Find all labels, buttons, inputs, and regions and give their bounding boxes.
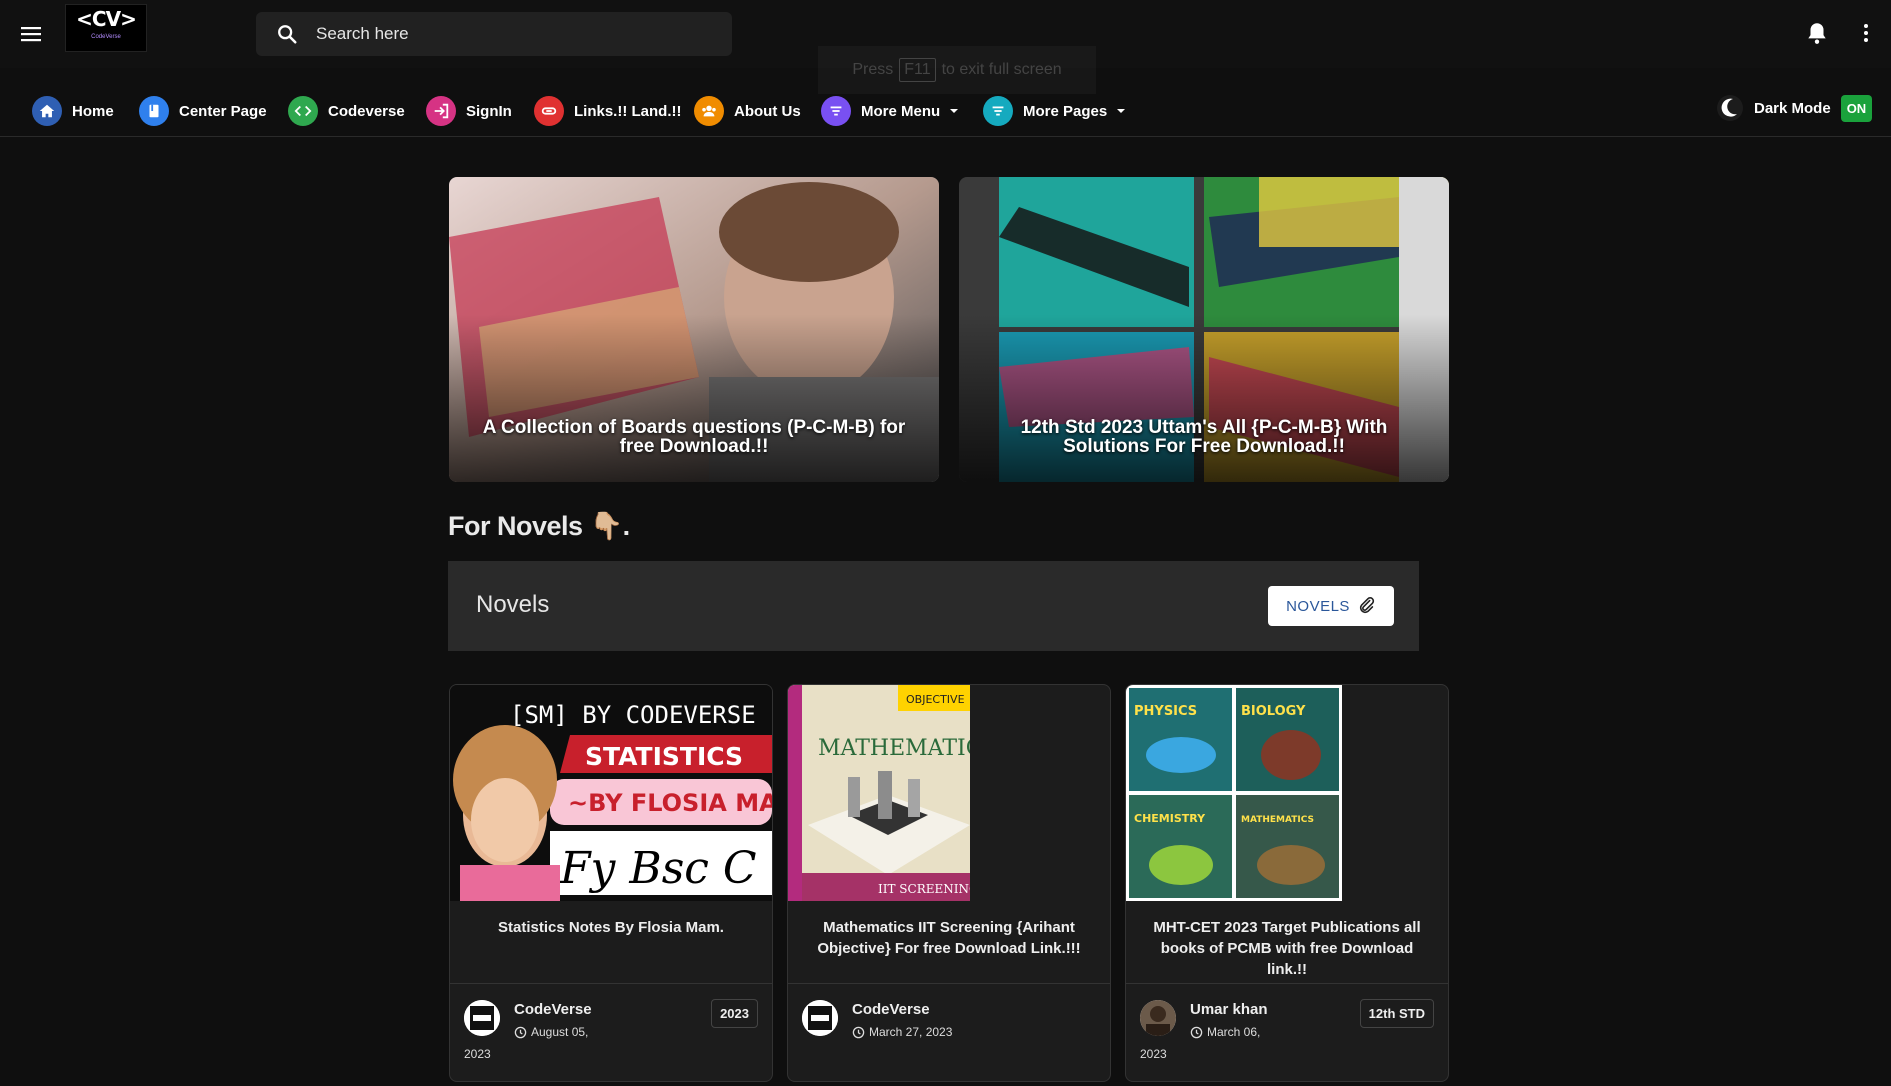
post-date-text: March 27, 2023 bbox=[869, 1025, 953, 1039]
dark-mode-toggle[interactable]: ON bbox=[1840, 94, 1873, 122]
chevron-down-icon bbox=[1117, 109, 1126, 113]
nav-item-links-land[interactable]: Links.!! Land.!! bbox=[534, 94, 682, 128]
card-divider bbox=[1126, 983, 1448, 984]
thumb-book-1: PHYSICS bbox=[1134, 704, 1197, 719]
thumb-text-line1: [SM] BY CODEVERSE bbox=[510, 701, 756, 729]
nav-item-signin[interactable]: SignIn bbox=[426, 94, 512, 128]
post-date-year: 2023 bbox=[1140, 1047, 1167, 1061]
featured-post-2[interactable]: 12th Std 2023 Uttam's All {P-C-M-B} With… bbox=[959, 177, 1449, 482]
nav-label-signin: SignIn bbox=[466, 102, 512, 120]
nav-label-center-page: Center Page bbox=[179, 102, 267, 120]
clock-icon bbox=[514, 1026, 527, 1038]
post-date: August 05, bbox=[514, 1025, 588, 1039]
book-icon bbox=[139, 96, 169, 126]
thumb-book-2: BIOLOGY bbox=[1241, 704, 1306, 719]
nav-item-center-page[interactable]: Center Page bbox=[139, 94, 267, 128]
post-author[interactable]: CodeVerse bbox=[852, 1001, 930, 1018]
novels-button-label: NOVELS bbox=[1286, 597, 1350, 615]
users-icon bbox=[694, 96, 724, 126]
post-thumbnail: [SM] BY CODEVERSE STATISTICS ~BY FLOSIA … bbox=[450, 685, 772, 901]
post-title[interactable]: MHT-CET 2023 Target Publications all boo… bbox=[1140, 917, 1434, 980]
post-card[interactable]: PHYSICS BIOLOGY CHEMISTRY MATHEMATICS MH… bbox=[1125, 684, 1449, 1082]
signin-icon bbox=[426, 96, 456, 126]
paperclip-icon bbox=[1359, 597, 1375, 614]
thumb-bottom-text: IIT SCREENING bbox=[878, 882, 970, 896]
post-author[interactable]: Umar khan bbox=[1190, 1001, 1268, 1018]
avatar bbox=[802, 1000, 838, 1036]
featured-caption-1: A Collection of Boards questions (P-C-M-… bbox=[482, 417, 906, 457]
notification-bell-icon[interactable] bbox=[1804, 20, 1830, 46]
thumb-book-3: CHEMISTRY bbox=[1134, 812, 1206, 825]
thumb-top-text: OBJECTIVE bbox=[906, 693, 965, 706]
post-card[interactable]: [SM] BY CODEVERSE STATISTICS ~BY FLOSIA … bbox=[449, 684, 773, 1082]
post-thumbnail: OBJECTIVE MATHEMATICS IIT SCREENING bbox=[788, 685, 970, 901]
novels-panel: Novels NOVELS bbox=[448, 561, 1419, 651]
post-card[interactable]: OBJECTIVE MATHEMATICS IIT SCREENING Math… bbox=[787, 684, 1111, 1082]
card-divider bbox=[788, 983, 1110, 984]
post-date-text: March 06, bbox=[1207, 1025, 1261, 1039]
nav-label-more-menu: More Menu bbox=[861, 102, 941, 120]
avatar bbox=[1140, 1000, 1176, 1036]
novels-panel-title: Novels bbox=[476, 591, 550, 618]
search-icon bbox=[278, 25, 297, 44]
fullscreen-hint: Press F11 to exit full screen bbox=[818, 46, 1096, 94]
post-title[interactable]: Statistics Notes By Flosia Mam. bbox=[464, 917, 758, 938]
search-input[interactable] bbox=[314, 23, 698, 45]
dark-mode-control[interactable]: Dark Mode ON bbox=[1716, 94, 1873, 122]
nav-label-links-land: Links.!! Land.!! bbox=[574, 102, 682, 120]
fullscreen-hint-after: to exit full screen bbox=[941, 61, 1062, 78]
post-date: March 27, 2023 bbox=[852, 1025, 952, 1039]
novels-button[interactable]: NOVELS bbox=[1268, 586, 1394, 626]
filter-icon bbox=[821, 96, 851, 126]
nav-label-codeverse: Codeverse bbox=[328, 102, 405, 120]
chevron-down-icon bbox=[950, 109, 959, 113]
site-logo[interactable]: <CV> CodeVerse bbox=[65, 4, 147, 52]
home-icon bbox=[32, 96, 62, 126]
thumb-book-4: MATHEMATICS bbox=[1241, 815, 1314, 825]
clock-icon bbox=[1190, 1026, 1203, 1038]
nav-label-about-us: About Us bbox=[734, 102, 801, 120]
search-bar[interactable] bbox=[256, 12, 732, 56]
fullscreen-hint-key: F11 bbox=[899, 58, 936, 82]
moon-icon bbox=[1717, 95, 1743, 121]
link-icon bbox=[534, 96, 564, 126]
featured-post-1[interactable]: A Collection of Boards questions (P-C-M-… bbox=[449, 177, 939, 482]
card-divider bbox=[450, 983, 772, 984]
hamburger-menu-icon[interactable] bbox=[18, 21, 44, 47]
post-thumbnail: PHYSICS BIOLOGY CHEMISTRY MATHEMATICS bbox=[1126, 685, 1342, 901]
fullscreen-hint-before: Press bbox=[852, 61, 894, 78]
post-date-year: 2023 bbox=[464, 1047, 491, 1061]
nav-item-more-menu[interactable]: More Menu bbox=[821, 94, 960, 128]
post-date-text: August 05, bbox=[531, 1025, 589, 1039]
nav-item-about-us[interactable]: About Us bbox=[694, 94, 801, 128]
post-label-badge[interactable]: 12th STD bbox=[1359, 999, 1434, 1028]
post-title[interactable]: Mathematics IIT Screening {Arihant Objec… bbox=[802, 917, 1096, 959]
more-options-icon[interactable] bbox=[1854, 20, 1878, 46]
post-date: March 06, bbox=[1190, 1025, 1260, 1039]
avatar bbox=[464, 1000, 500, 1036]
dark-mode-label: Dark Mode bbox=[1754, 99, 1831, 117]
main-nav: Home Center Page Codeverse SignIn Links.… bbox=[0, 88, 1891, 137]
filter-icon bbox=[983, 96, 1013, 126]
thumb-text-line2: STATISTICS bbox=[585, 742, 743, 771]
clock-icon bbox=[852, 1026, 865, 1038]
post-label-badge[interactable]: 2023 bbox=[711, 999, 758, 1028]
post-author[interactable]: CodeVerse bbox=[514, 1001, 592, 1018]
nav-item-home[interactable]: Home bbox=[32, 94, 114, 128]
thumb-text-line3: ~BY FLOSIA MAM bbox=[568, 789, 772, 817]
code-icon bbox=[288, 96, 318, 126]
nav-label-home: Home bbox=[72, 102, 114, 120]
thumb-text-line4: Fy Bsc C bbox=[559, 843, 757, 894]
section-heading: For Novels 👇🏼. bbox=[448, 511, 630, 541]
nav-item-more-pages[interactable]: More Pages bbox=[983, 94, 1127, 128]
nav-item-codeverse[interactable]: Codeverse bbox=[288, 94, 405, 128]
logo-text: <CV> bbox=[76, 7, 137, 31]
nav-label-more-pages: More Pages bbox=[1023, 102, 1108, 120]
featured-caption-2: 12th Std 2023 Uttam's All {P-C-M-B} With… bbox=[1020, 417, 1388, 457]
thumb-main-text: MATHEMATICS bbox=[818, 736, 970, 761]
